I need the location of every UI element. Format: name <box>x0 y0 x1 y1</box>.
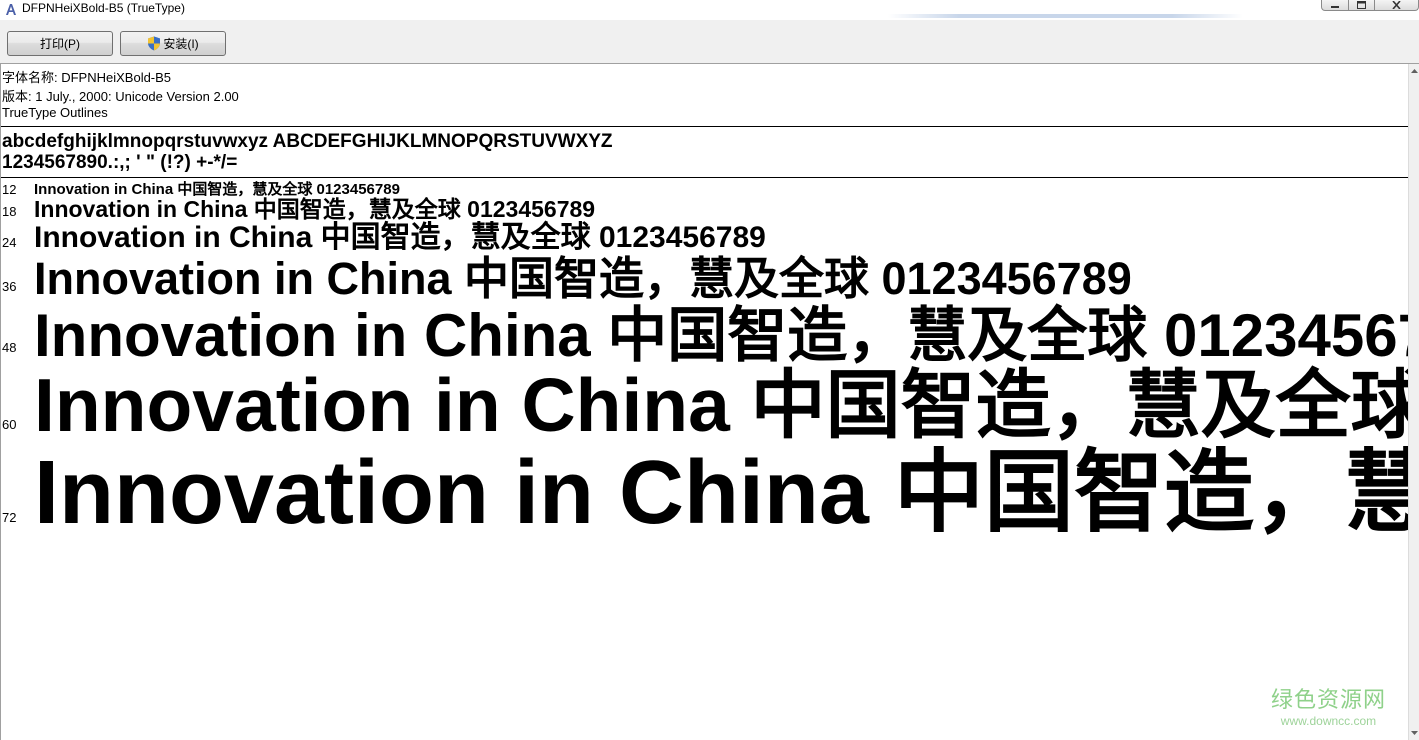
sample-text: Innovation in China 中国智造，慧及全球 0123456789 <box>34 253 1132 304</box>
window-title: DFPNHeiXBold-B5 (TrueType) <box>22 1 185 15</box>
sample-text: Innovation in China 中国智造，慧及全球 0123456789 <box>34 196 596 222</box>
sample-text: Innovation in China 中国智造，慧及全球 0123456789 <box>34 443 1408 543</box>
vertical-scrollbar[interactable] <box>1408 64 1419 740</box>
sample-size-label: 12 <box>2 182 17 197</box>
font-viewer-window: DFPNHeiXBold-B5 (TrueType) 打印(P) 安装(I) 字… <box>0 0 1419 740</box>
sample-size-label: 60 <box>2 417 17 432</box>
install-button-label: 安装(I) <box>163 37 199 51</box>
sample-size-label: 18 <box>2 204 17 219</box>
watermark-url: www.downcc.com <box>1280 714 1377 728</box>
charset-symbols: 1234567890.:,; ' " (!?) +-*/= <box>2 152 238 173</box>
close-icon <box>1392 1 1401 9</box>
font-version-line: 版本: 1 July., 2000: Unicode Version 2.00 <box>2 89 239 104</box>
divider <box>1 177 1408 178</box>
maximize-icon <box>1357 1 1366 9</box>
scroll-up-button[interactable] <box>1409 66 1419 76</box>
minimize-icon <box>1331 6 1339 8</box>
font-type-line: TrueType Outlines <box>2 105 108 120</box>
font-preview-pane[interactable]: 字体名称: DFPNHeiXBold-B5 版本: 1 July., 2000:… <box>0 64 1408 740</box>
scroll-up-icon <box>1410 69 1418 73</box>
uac-shield-icon <box>148 36 161 51</box>
print-button-label: 打印(P) <box>40 37 80 51</box>
sample-size-label: 36 <box>2 279 17 294</box>
sample-text: Innovation in China 中国智造，慧及全球 0123456789 <box>34 302 1408 369</box>
minimize-button[interactable] <box>1321 0 1349 11</box>
site-watermark: 绿色资源网 www.downcc.com <box>1271 682 1386 728</box>
sample-size-label: 24 <box>2 235 17 250</box>
sample-size-label: 72 <box>2 510 17 525</box>
maximize-button[interactable] <box>1349 0 1375 11</box>
sample-size-label: 48 <box>2 340 17 355</box>
close-button[interactable] <box>1375 0 1419 11</box>
scroll-down-icon <box>1410 731 1418 735</box>
sample-text: Innovation in China 中国智造，慧及全球 0123456789 <box>34 221 766 254</box>
title-bar[interactable]: DFPNHeiXBold-B5 (TrueType) <box>0 0 1419 20</box>
print-button[interactable]: 打印(P) <box>7 31 113 56</box>
watermark-site-name: 绿色资源网 <box>1270 688 1386 713</box>
install-button[interactable]: 安装(I) <box>120 31 226 56</box>
charset-letters: abcdefghijklmnopqrstuvwxyz ABCDEFGHIJKLM… <box>2 131 613 152</box>
sample-text: Innovation in China 中国智造，慧及全球 0123456789 <box>34 363 1408 447</box>
sample-text: Innovation in China 中国智造，慧及全球 0123456789 <box>34 181 400 198</box>
toolbar: 打印(P) 安装(I) <box>0 20 1419 64</box>
caption-buttons <box>1321 0 1419 12</box>
divider <box>1 126 1408 127</box>
title-glow-decoration <box>888 14 1243 18</box>
font-name-line: 字体名称: DFPNHeiXBold-B5 <box>2 70 172 85</box>
scroll-down-button[interactable] <box>1409 728 1419 738</box>
font-app-icon <box>6 4 16 15</box>
